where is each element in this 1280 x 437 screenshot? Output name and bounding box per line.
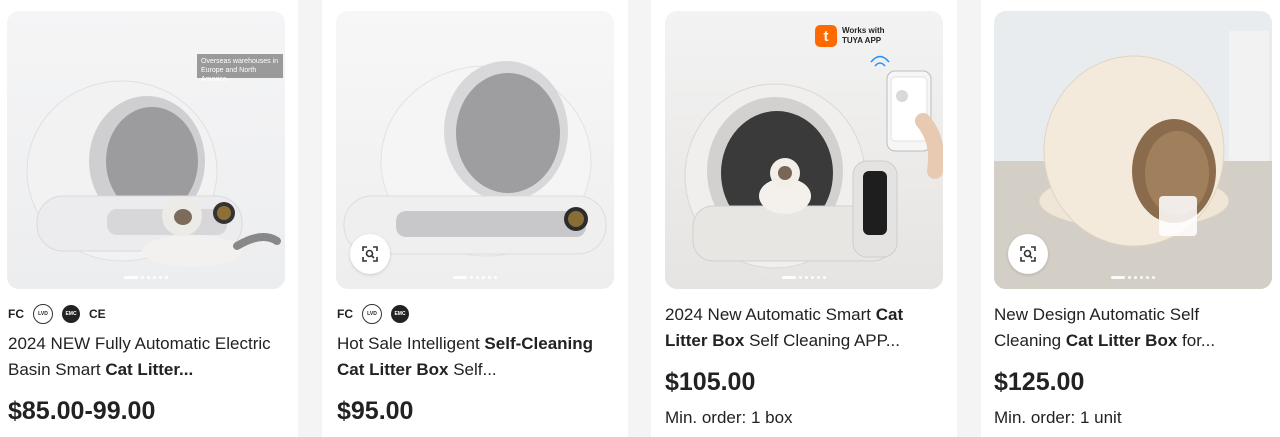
certification-icons: FC LVD EMC CE xyxy=(8,304,106,324)
carousel-dot[interactable] xyxy=(482,276,485,279)
carousel-dot[interactable] xyxy=(165,276,168,279)
lvd-icon: LVD xyxy=(33,304,53,324)
image-search-button[interactable] xyxy=(350,234,390,274)
product-card[interactable]: New Design Automatic Self Cleaning Cat L… xyxy=(981,0,1280,437)
product-price: $85.00-99.00 xyxy=(8,397,156,425)
carousel-dot[interactable] xyxy=(823,276,826,279)
carousel-dot[interactable] xyxy=(147,276,150,279)
carousel-dot[interactable] xyxy=(1134,276,1137,279)
carousel-dot[interactable] xyxy=(782,276,796,279)
product-grid: Overseas warehouses in Europe and North … xyxy=(0,0,1280,437)
carousel-dot[interactable] xyxy=(805,276,808,279)
emc-icon: EMC xyxy=(62,305,80,323)
product-title[interactable]: Hot Sale Intelligent Self-Cleaning Cat L… xyxy=(337,331,607,383)
ce-icon: CE xyxy=(89,307,106,321)
product-title[interactable]: 2024 New Automatic Smart Cat Litter Box … xyxy=(665,302,935,354)
cat-litter-box-illustration xyxy=(26,80,281,267)
carousel-dot[interactable] xyxy=(817,276,820,279)
image-search-icon xyxy=(1020,246,1036,262)
carousel-dot[interactable] xyxy=(1146,276,1149,279)
carousel-dot[interactable] xyxy=(453,276,467,279)
carousel-dot[interactable] xyxy=(153,276,156,279)
carousel-dot[interactable] xyxy=(811,276,814,279)
title-text: Self... xyxy=(448,360,497,379)
carousel-dot[interactable] xyxy=(488,276,491,279)
title-keyword: Cat Litter xyxy=(105,360,179,379)
min-order: Min. order: 1 unit xyxy=(994,408,1122,427)
product-price: $105.00 xyxy=(665,368,756,396)
carousel-dot[interactable] xyxy=(476,276,479,279)
product-card[interactable]: Overseas warehouses in Europe and North … xyxy=(0,0,298,437)
tuya-line1: Works with xyxy=(842,26,885,35)
carousel-dot[interactable] xyxy=(470,276,473,279)
overseas-warehouse-tag: Overseas warehouses in Europe and North … xyxy=(197,54,283,83)
product-image[interactable]: t Works with TUYA APP xyxy=(665,11,943,289)
product-title[interactable]: 2024 NEW Fully Automatic Electric Basin … xyxy=(8,331,278,383)
carousel-dot[interactable] xyxy=(124,276,138,279)
image-carousel-dots[interactable] xyxy=(124,276,168,279)
product-image[interactable] xyxy=(994,11,1272,289)
image-carousel-dots[interactable] xyxy=(453,276,497,279)
title-text: 2024 New Automatic Smart xyxy=(665,305,876,324)
title-text: Self Cleaning APP... xyxy=(744,331,900,350)
image-search-icon xyxy=(362,246,378,262)
image-carousel-dots[interactable] xyxy=(1111,276,1155,279)
tuya-badge: t Works with TUYA APP xyxy=(815,25,885,47)
cat-litter-box-illustration xyxy=(684,55,943,269)
carousel-dot[interactable] xyxy=(1152,276,1155,279)
product-image[interactable] xyxy=(336,11,614,289)
fcc-icon: FC xyxy=(337,307,353,321)
carousel-dot[interactable] xyxy=(141,276,144,279)
carousel-dot[interactable] xyxy=(1140,276,1143,279)
product-card[interactable]: t Works with TUYA APP 2024 New Automatic… xyxy=(651,0,957,437)
emc-icon: EMC xyxy=(391,305,409,323)
tuya-text: Works with TUYA APP xyxy=(842,26,885,46)
carousel-dot[interactable] xyxy=(1111,276,1125,279)
carousel-dot[interactable] xyxy=(799,276,802,279)
title-text: Hot Sale Intelligent xyxy=(337,334,485,353)
product-card[interactable]: FC LVD EMC Hot Sale Intelligent Self-Cle… xyxy=(322,0,628,437)
product-price: $125.00 xyxy=(994,368,1085,396)
fcc-icon: FC xyxy=(8,307,24,321)
image-carousel-dots[interactable] xyxy=(782,276,826,279)
title-ellipsis: ... xyxy=(179,360,194,379)
product-image[interactable]: Overseas warehouses in Europe and North … xyxy=(7,11,285,289)
carousel-dot[interactable] xyxy=(1128,276,1131,279)
image-search-button[interactable] xyxy=(1008,234,1048,274)
certification-icons: FC LVD EMC xyxy=(337,304,409,324)
tuya-line2: TUYA APP xyxy=(842,36,882,45)
carousel-dot[interactable] xyxy=(159,276,162,279)
title-keyword: Cat Litter Box xyxy=(1065,331,1178,350)
tuya-logo-icon: t xyxy=(815,25,837,47)
min-order: Min. order: 1 box xyxy=(665,408,793,427)
lvd-icon: LVD xyxy=(362,304,382,324)
product-price: $95.00 xyxy=(337,397,414,425)
carousel-dot[interactable] xyxy=(494,276,497,279)
product-title[interactable]: New Design Automatic Self Cleaning Cat L… xyxy=(994,302,1264,354)
title-text: for... xyxy=(1177,331,1216,350)
